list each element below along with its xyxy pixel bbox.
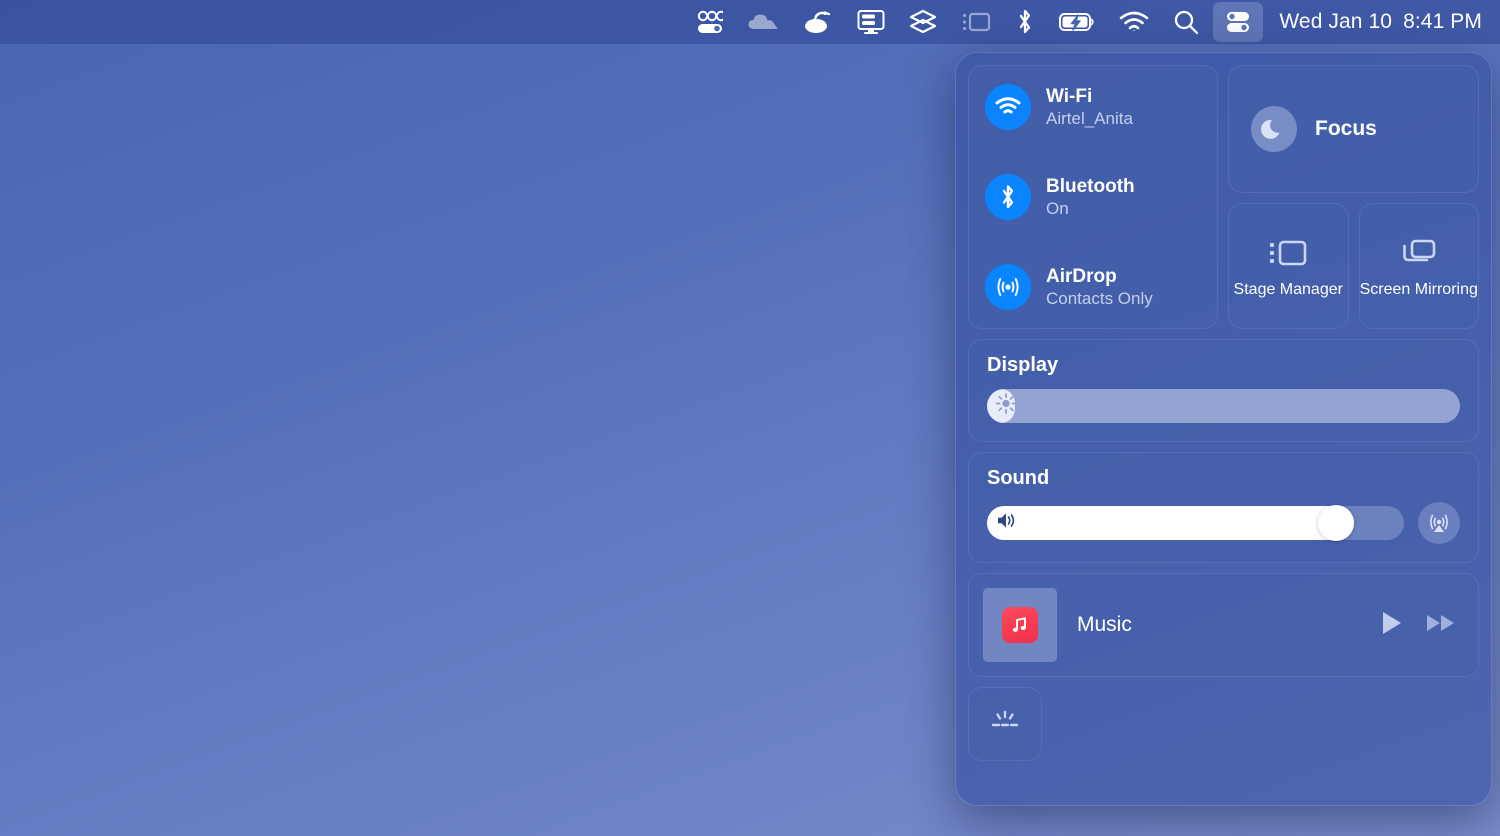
- display-section: Display: [968, 339, 1479, 442]
- spotlight-search-icon[interactable]: [1161, 0, 1211, 44]
- airplay-audio-icon[interactable]: [1418, 502, 1460, 544]
- bluetooth-control[interactable]: Bluetooth On: [985, 174, 1201, 220]
- stage-manager-label: Stage Manager: [1234, 281, 1343, 300]
- wifi-icon: [985, 84, 1031, 130]
- display-monitor-icon[interactable]: [845, 0, 897, 44]
- focus-label: Focus: [1315, 117, 1377, 141]
- keyboard-brightness-tile[interactable]: [968, 687, 1042, 761]
- menu-bar-date: Wed Jan 10: [1279, 10, 1392, 34]
- moon-icon: [1251, 106, 1297, 152]
- bluetooth-icon: [985, 174, 1031, 220]
- control-center-bottom-row: [968, 687, 1479, 793]
- sound-section: Sound: [968, 452, 1479, 563]
- display-slider-row: [987, 389, 1460, 423]
- focus-control[interactable]: Focus: [1228, 65, 1479, 193]
- menu-bar-clock[interactable]: Wed Jan 10 8:41 PM: [1265, 10, 1482, 34]
- sound-title: Sound: [987, 467, 1460, 490]
- volume-slider-fill: [987, 506, 1354, 540]
- wifi-icon[interactable]: [1107, 0, 1161, 44]
- magnet-icon[interactable]: [791, 0, 845, 44]
- play-button[interactable]: [1380, 610, 1404, 641]
- brightness-slider[interactable]: [987, 389, 1460, 423]
- bluetooth-icon[interactable]: [1003, 0, 1047, 44]
- airdrop-control[interactable]: AirDrop Contacts Only: [985, 264, 1201, 310]
- keyboard-brightness-icon: [987, 707, 1023, 742]
- volume-slider[interactable]: [987, 506, 1404, 540]
- stage-manager-tile[interactable]: Stage Manager: [1228, 203, 1349, 329]
- brightness-sun-icon: [995, 393, 1017, 420]
- airdrop-icon: [985, 264, 1031, 310]
- bluetooth-title: Bluetooth: [1046, 176, 1135, 197]
- sound-slider-row: [987, 502, 1460, 544]
- cloud-icon[interactable]: [735, 0, 791, 44]
- control-center-right-column: Focus Stage Manager: [1228, 65, 1479, 329]
- airdrop-title: AirDrop: [1046, 266, 1153, 287]
- control-center-top-grid: Wi-Fi Airtel_Anita Bluetooth On: [968, 65, 1479, 329]
- stage-manager-icon[interactable]: [949, 0, 1003, 44]
- control-center-icon[interactable]: [1213, 2, 1263, 42]
- menu-bar-time: 8:41 PM: [1403, 10, 1482, 34]
- stage-manager-icon: [1269, 238, 1307, 273]
- music-artwork: [983, 588, 1057, 662]
- menu-toggles-icon[interactable]: [684, 0, 735, 44]
- volume-slider-knob[interactable]: [1318, 505, 1354, 541]
- screen-mirroring-icon: [1400, 238, 1438, 273]
- layers-icon[interactable]: [897, 0, 949, 44]
- battery-charging-icon[interactable]: [1047, 0, 1107, 44]
- display-title: Display: [987, 354, 1460, 377]
- menu-bar: Wed Jan 10 8:41 PM: [0, 0, 1500, 44]
- music-app-name: Music: [1077, 613, 1360, 637]
- bluetooth-status: On: [1046, 199, 1135, 218]
- music-controls: [1380, 610, 1456, 641]
- wifi-status: Airtel_Anita: [1046, 109, 1133, 128]
- control-center-panel: Wi-Fi Airtel_Anita Bluetooth On: [955, 52, 1492, 806]
- connectivity-card: Wi-Fi Airtel_Anita Bluetooth On: [968, 65, 1218, 329]
- screen-mirroring-label: Screen Mirroring: [1360, 281, 1478, 300]
- control-center-tile-row: Stage Manager Screen Mirroring: [1228, 203, 1479, 329]
- music-section: Music: [968, 573, 1479, 677]
- fast-forward-button[interactable]: [1426, 610, 1456, 641]
- wifi-control[interactable]: Wi-Fi Airtel_Anita: [985, 84, 1201, 130]
- screen-mirroring-tile[interactable]: Screen Mirroring: [1359, 203, 1480, 329]
- wifi-title: Wi-Fi: [1046, 86, 1133, 107]
- music-note-icon: [1002, 607, 1038, 643]
- airdrop-status: Contacts Only: [1046, 289, 1153, 308]
- speaker-waves-icon: [995, 511, 1019, 536]
